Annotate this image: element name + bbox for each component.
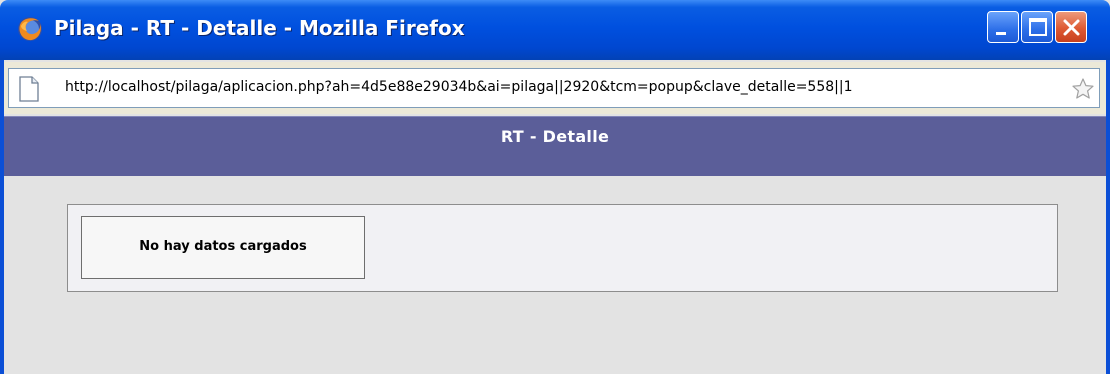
empty-message-box: No hay datos cargados	[81, 216, 365, 279]
close-button[interactable]	[1055, 11, 1087, 43]
empty-message: No hay datos cargados	[139, 239, 307, 254]
url-field[interactable]: http://localhost/pilaga/aplicacion.php?a…	[8, 68, 1100, 108]
title-bar[interactable]: Pilaga - RT - Detalle - Mozilla Firefox	[0, 0, 1110, 60]
window-title: Pilaga - RT - Detalle - Mozilla Firefox	[54, 16, 465, 40]
browser-window: Pilaga - RT - Detalle - Mozilla Firefox	[0, 0, 1110, 374]
close-icon	[1063, 19, 1080, 36]
maximize-button[interactable]	[1021, 11, 1053, 43]
address-bar: http://localhost/pilaga/aplicacion.php?a…	[4, 62, 1106, 114]
page-title: RT - Detalle	[500, 127, 610, 146]
content-panel: No hay datos cargados	[67, 204, 1058, 292]
window-frame-right	[1106, 60, 1110, 374]
page-header: RT - Detalle	[4, 116, 1106, 176]
minimize-button[interactable]	[987, 11, 1019, 43]
firefox-icon	[18, 17, 42, 41]
maximize-icon	[1029, 18, 1047, 36]
star-icon[interactable]	[1071, 77, 1095, 101]
minimize-icon	[996, 32, 1006, 35]
url-text[interactable]: http://localhost/pilaga/aplicacion.php?a…	[65, 79, 1067, 95]
page-icon	[19, 76, 39, 102]
